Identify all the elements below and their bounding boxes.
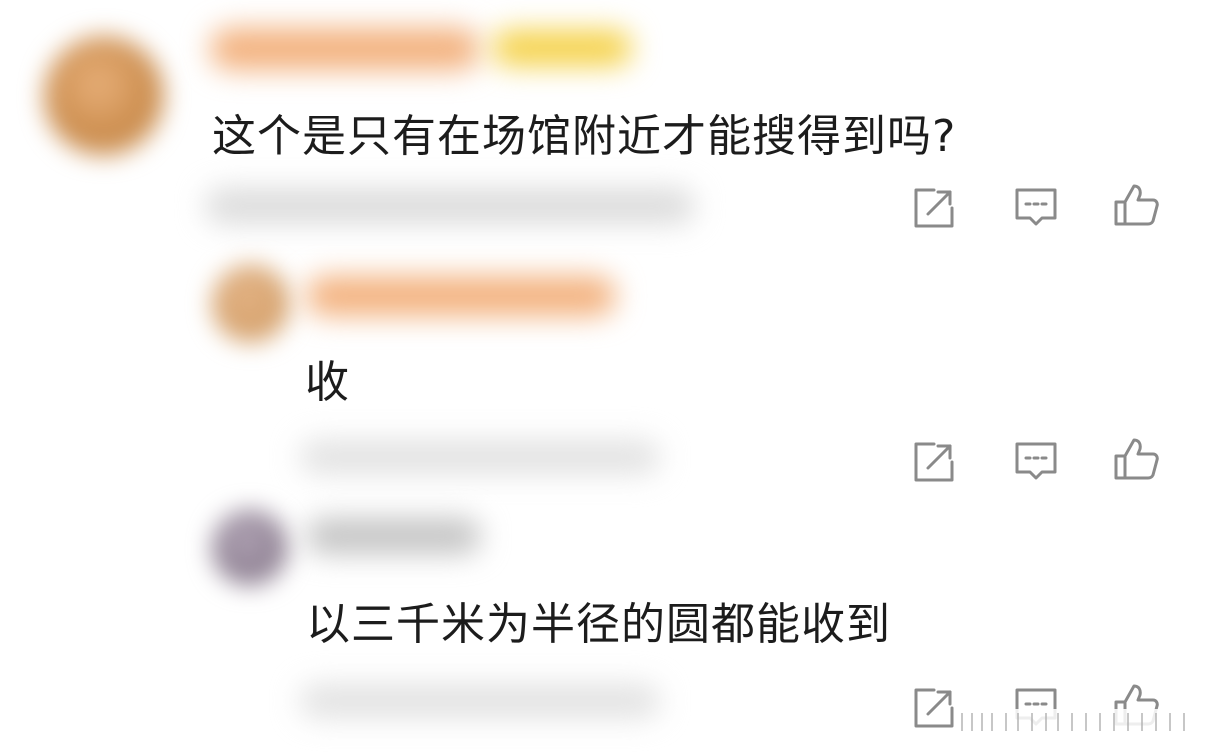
comment-text: 收: [305, 357, 350, 408]
username-blurred[interactable]: [210, 28, 480, 70]
comment-thread: 这个是只有在场馆附近才能搜得到吗? 收 以三千米为半径的圆都能收到: [0, 0, 1206, 753]
avatar[interactable]: [212, 510, 288, 586]
user-badge-blurred: [492, 30, 632, 66]
comment-meta-blurred: [300, 684, 660, 718]
comment-meta-blurred: [300, 440, 660, 474]
comment-text: 这个是只有在场馆附近才能搜得到吗?: [212, 111, 957, 162]
like-icon[interactable]: [1112, 180, 1160, 228]
share-icon[interactable]: [910, 438, 958, 486]
avatar[interactable]: [44, 36, 164, 156]
username-blurred[interactable]: [306, 518, 481, 554]
comment-meta-blurred: [205, 188, 695, 224]
comment-icon[interactable]: [1012, 184, 1060, 232]
comment-text: 以三千米为半径的圆都能收到: [306, 599, 891, 650]
username-blurred[interactable]: [306, 276, 616, 316]
share-icon[interactable]: [910, 184, 958, 232]
watermark: [954, 709, 1194, 733]
avatar[interactable]: [212, 265, 290, 343]
share-icon[interactable]: [910, 684, 958, 732]
like-icon[interactable]: [1112, 434, 1160, 482]
comment-icon[interactable]: [1012, 438, 1060, 486]
